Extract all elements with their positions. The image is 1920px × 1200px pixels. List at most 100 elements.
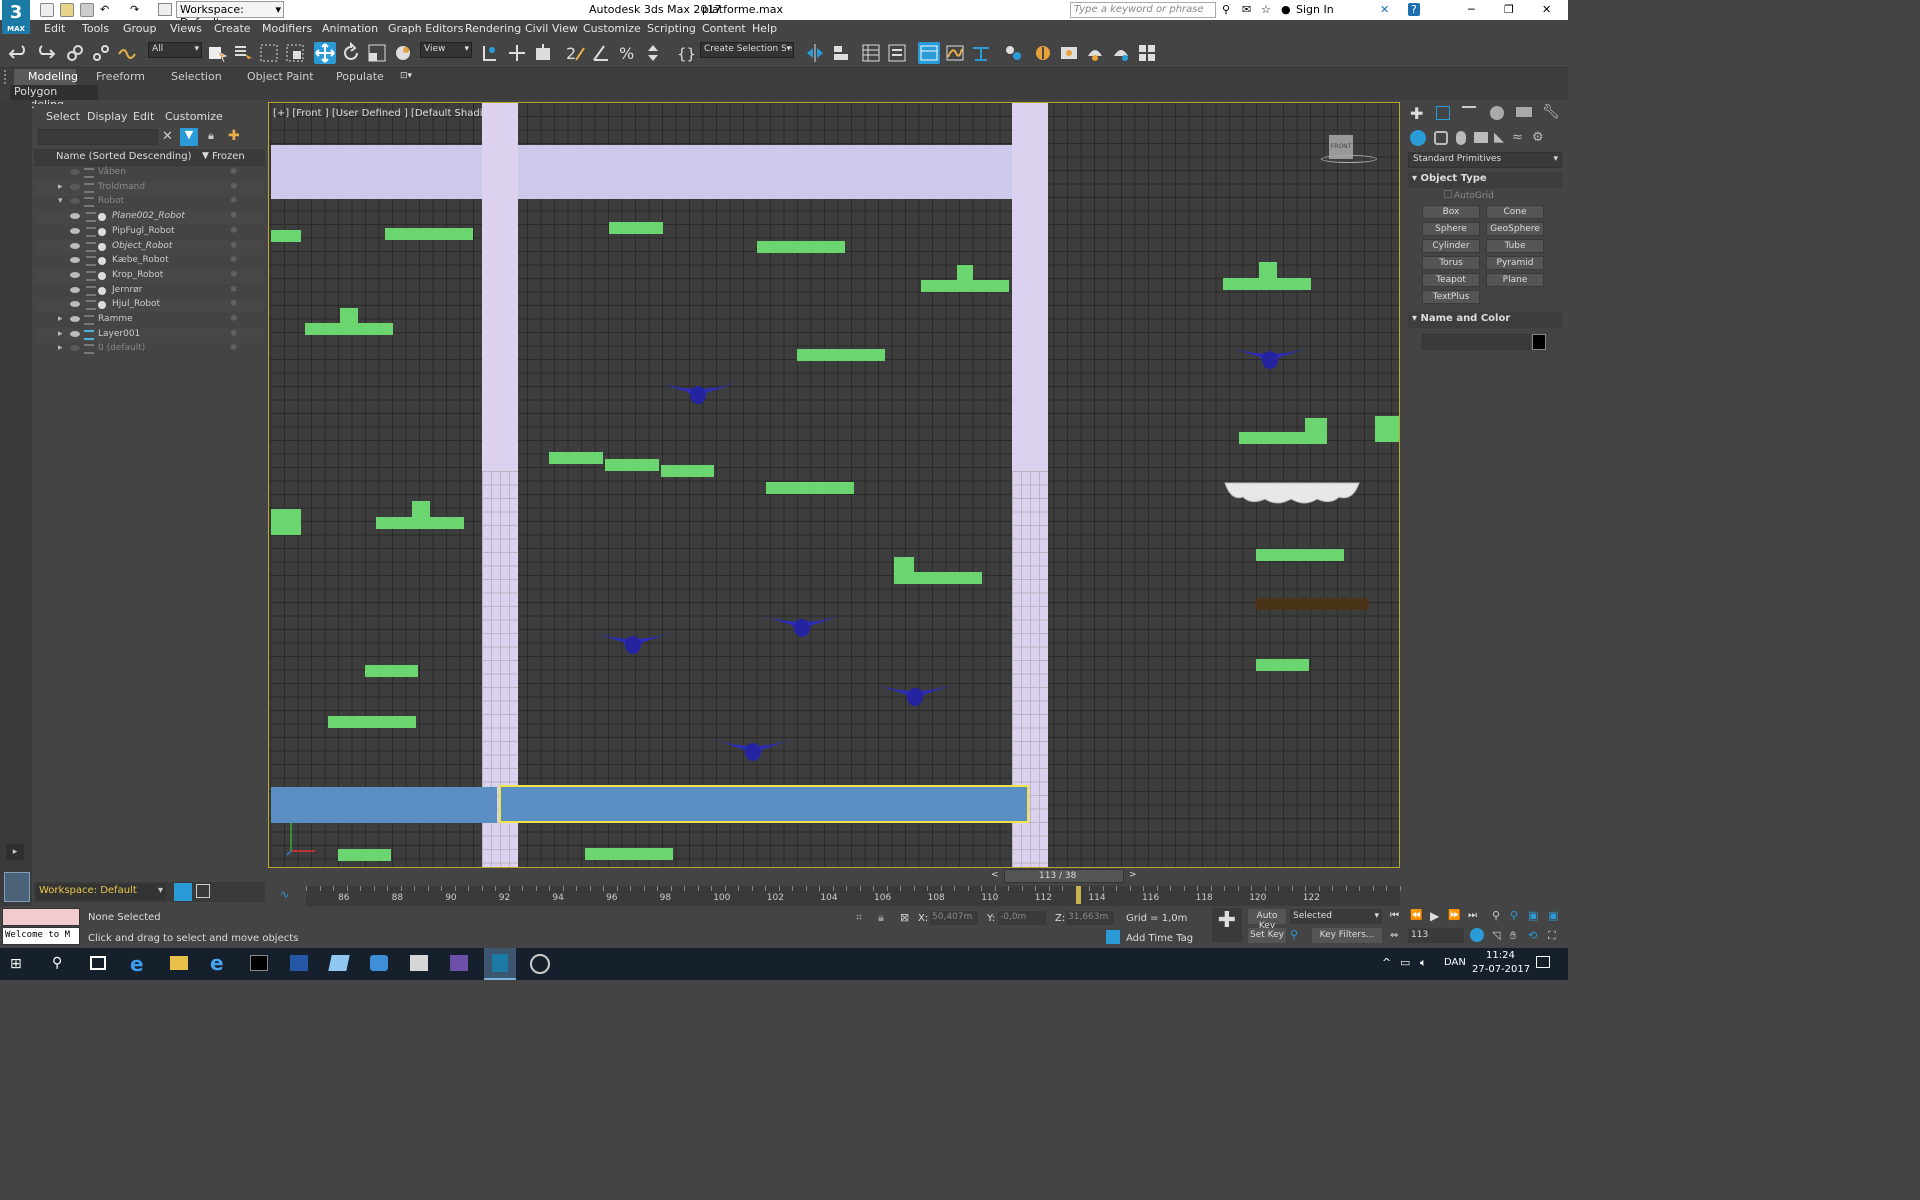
key-mode-icon[interactable]: ⚲ [1290, 928, 1298, 941]
start-icon[interactable]: ⊞ [10, 956, 26, 972]
edit-named-selection-icon[interactable]: {} [674, 42, 696, 64]
redo-icon[interactable] [34, 42, 56, 64]
water-left[interactable] [271, 787, 497, 823]
visibility-eye-icon[interactable] [70, 286, 80, 293]
browser-taskbar-icon[interactable] [530, 954, 550, 974]
file-explorer-icon[interactable] [170, 956, 188, 970]
select-object-icon[interactable] [206, 42, 228, 64]
help-icon[interactable]: ? [1408, 3, 1420, 16]
explorer-menu-customize[interactable]: Customize [165, 110, 223, 123]
teapot-button[interactable]: Teapot [1422, 273, 1480, 287]
systems-category-icon[interactable]: ⚙︎ [1532, 130, 1544, 145]
frozen-toggle-icon[interactable]: ❄ [230, 241, 238, 251]
object-color-swatch[interactable] [1532, 334, 1546, 350]
reference-coord-dropdown[interactable]: View ▾ [420, 42, 472, 58]
shapes-category-icon[interactable] [1434, 131, 1448, 145]
angle-snap-icon[interactable] [590, 42, 612, 64]
clock-date[interactable]: 27-07-2017 [1472, 964, 1530, 975]
time-config-icon[interactable] [1470, 928, 1484, 942]
primitive-type-dropdown[interactable]: Standard Primitives ▾ [1408, 152, 1562, 168]
explorer-menu-edit[interactable]: Edit [133, 110, 154, 123]
tube-button[interactable]: Tube [1486, 239, 1544, 253]
platform-block[interactable] [385, 228, 473, 240]
visibility-eye-icon[interactable] [70, 257, 80, 264]
layer-explorer-icon[interactable] [886, 42, 908, 64]
task-view-icon[interactable] [90, 956, 106, 970]
platform-block[interactable] [328, 716, 416, 728]
workspace-dropdown[interactable]: Workspace: Default▾ [176, 1, 284, 29]
platform-block[interactable] [605, 459, 659, 471]
explorer-row[interactable]: ▸ Ramme ❄ [34, 313, 264, 328]
column-frozen-header[interactable]: Frozen [212, 151, 245, 162]
auto-key-button[interactable]: Auto Key [1248, 909, 1286, 931]
y-coordinate-input[interactable]: -0,0m [998, 911, 1046, 925]
platform-block[interactable] [797, 349, 885, 361]
close-icon[interactable]: ✕ [1542, 3, 1551, 16]
visibility-eye-icon[interactable] [70, 301, 80, 308]
display-tab-icon[interactable] [1516, 107, 1532, 117]
ribbon-toggle-icon[interactable] [918, 42, 940, 64]
expand-toggle-icon[interactable]: ▸ [58, 182, 63, 192]
visibility-eye-icon[interactable] [70, 183, 80, 190]
frozen-toggle-icon[interactable]: ❄ [230, 329, 238, 339]
frozen-toggle-icon[interactable]: ❄ [230, 167, 238, 177]
visibility-eye-icon[interactable] [70, 316, 80, 322]
explorer-row[interactable]: Jernrør ❄ [34, 284, 264, 299]
binoculars-icon[interactable]: ⚲ [1222, 3, 1230, 16]
utilities-tab-icon[interactable]: 🔧︎ [1542, 104, 1560, 120]
workspace-footer-dropdown[interactable]: Workspace: Default ▾ [36, 884, 166, 900]
notifications-icon[interactable] [1536, 956, 1550, 968]
menu-modifiers[interactable]: Modifiers [262, 22, 312, 35]
menu-civil-view[interactable]: Civil View [525, 22, 578, 35]
select-manipulate-icon[interactable] [506, 42, 528, 64]
select-by-name-icon[interactable] [232, 42, 254, 64]
favorites-icon[interactable]: ☆ [1261, 3, 1271, 16]
tab-object-paint[interactable]: Object Paint [247, 70, 314, 83]
goto-start-icon[interactable]: ⏮ [1390, 910, 1399, 921]
platform-block[interactable] [376, 517, 464, 529]
scene-explorer-icon[interactable] [860, 42, 882, 64]
app-blue-icon[interactable] [328, 955, 350, 971]
3dsmax-taskbar-icon[interactable] [484, 948, 516, 980]
platform-block[interactable] [585, 848, 673, 860]
autogrid-checkbox[interactable]: AutoGrid [1444, 190, 1494, 201]
pivot-icon[interactable] [478, 42, 500, 64]
platform-block[interactable] [365, 665, 418, 677]
polygon-modeling-panel[interactable]: Polygon Modeling [10, 85, 98, 111]
add-time-tag-icon[interactable] [1106, 930, 1120, 944]
app-purple-icon[interactable] [450, 955, 468, 971]
cloud-object[interactable] [1221, 479, 1361, 507]
selected-dropdown[interactable]: Selected ▾ [1290, 909, 1382, 924]
add-time-tag[interactable]: Add Time Tag [1126, 933, 1193, 944]
platform-block[interactable] [340, 308, 358, 324]
render-cloud-icon[interactable] [1136, 42, 1158, 64]
set-key-icon[interactable]: ✚ [1212, 908, 1242, 942]
spacewarps-category-icon[interactable]: ≈ [1512, 130, 1523, 145]
viewport-front[interactable]: [+] [Front ] [User Defined ] [Default Sh… [268, 102, 1400, 868]
link-icon[interactable] [64, 42, 86, 64]
maxscript-listener-input[interactable] [2, 908, 80, 926]
object-type-rollout-header[interactable]: ▾ Object Type [1408, 172, 1562, 188]
maximize-viewport-icon[interactable]: ⛶ [1548, 929, 1556, 943]
powershell-icon[interactable] [290, 955, 308, 971]
sort-by-layer-icon[interactable] [174, 883, 192, 901]
explorer-menu-display[interactable]: Display [87, 110, 128, 123]
redo-icon[interactable]: ↷ [130, 3, 139, 16]
platform-block[interactable] [1223, 278, 1311, 290]
volume-icon[interactable]: 🔈︎ [1420, 956, 1427, 970]
communication-icon[interactable]: ✉ [1242, 3, 1251, 16]
box-button[interactable]: Box [1422, 205, 1480, 219]
zoom-extents-icon[interactable]: ▣ [1528, 909, 1538, 922]
ribbon-options-icon[interactable]: ⊡▾ [400, 71, 418, 81]
bird-enemy[interactable] [591, 630, 675, 658]
ceiling-beam[interactable] [271, 145, 1035, 199]
menu-help[interactable]: Help [752, 22, 777, 35]
pyramid-button[interactable]: Pyramid [1486, 256, 1544, 270]
spinner-snap-icon[interactable] [642, 42, 664, 64]
explorer-row[interactable]: Våben ❄ [34, 166, 264, 181]
maximize-icon[interactable]: ❐ [1504, 3, 1514, 16]
rotate-icon[interactable] [340, 41, 362, 64]
new-layer-icon[interactable]: ✚ [228, 128, 240, 144]
platform-block[interactable] [894, 557, 914, 581]
render-iterative-icon[interactable] [1110, 42, 1132, 64]
